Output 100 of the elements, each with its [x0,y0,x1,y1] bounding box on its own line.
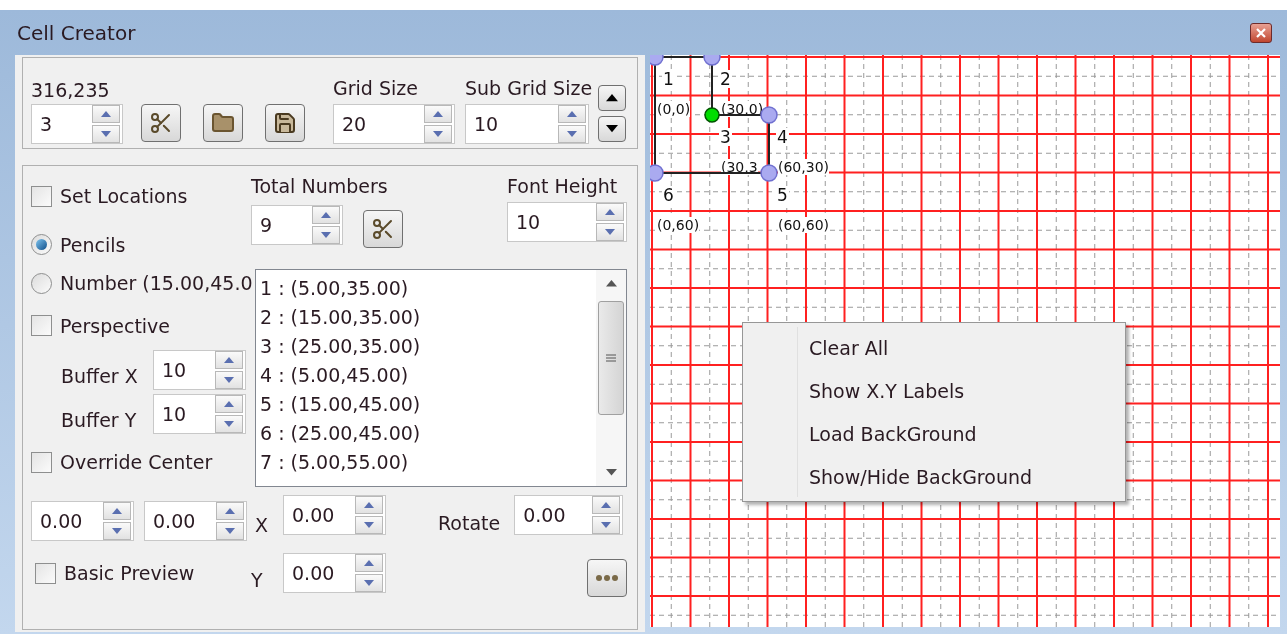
up-arrow-icon [224,400,234,407]
folder-button[interactable] [203,104,243,142]
list-item[interactable]: 4 : (5.00,45.00) [260,361,596,390]
point-coords: (60,60) [778,217,829,233]
spin-down-button[interactable] [216,522,244,540]
up-arrow-icon [321,212,331,218]
number-spinner[interactable]: 0.00 [31,501,134,541]
grid-canvas[interactable]: 1 (0,0) 2 (30,0) 3 (30,3 4 (60,30) 6 (0,60) 5 (60,60) Clear All Show X.Y Labels Load BackGround Show/Hide BackGround [650,55,1280,627]
list-item[interactable]: 3 : (25.00,35.00) [260,332,596,361]
point-coords: (0,60) [657,217,700,233]
number-spinner[interactable]: 3 [31,104,123,144]
field-label: Sub Grid Size [465,76,593,100]
spin-up-button[interactable] [216,502,244,520]
checkbox-label: Override Center [60,450,213,475]
number-spinner[interactable]: 0.00 [283,495,386,535]
list-item[interactable]: 1 : (5.00,35.00) [260,274,596,303]
menu-item[interactable]: Clear All [809,332,1125,363]
spin-up-button[interactable] [596,203,624,221]
number-spinner[interactable]: 10 [153,393,246,434]
radio-label: Pencils [60,232,126,258]
field-label: Grid Size [333,76,419,100]
point-handle[interactable] [650,55,664,66]
number-spinner[interactable]: 9 [251,205,343,245]
more-button[interactable] [587,559,627,597]
spin-down-button[interactable] [592,516,621,534]
field-label: Y [251,567,264,593]
checkbox-label: Basic Preview [64,560,195,586]
number-spinner[interactable]: 0.00 [283,553,386,593]
spin-down-button[interactable] [215,371,243,390]
dots-icon [595,574,619,582]
point-number: 2 [719,70,732,88]
spin-up-button[interactable] [424,105,452,123]
down-arrow-icon [567,131,577,137]
list-item[interactable]: 6 : (25.00,45.00) [260,419,596,448]
list-item[interactable]: 7 : (5.00,55.00) [260,448,596,477]
up-arrow-icon [606,94,619,102]
down-arrow-icon [224,420,234,427]
up-arrow-icon [605,209,615,215]
radio-button[interactable] [31,234,52,256]
number-spinner[interactable]: 10 [465,104,589,144]
point-handle[interactable] [760,164,778,182]
number-spinner[interactable]: 0.00 [514,495,624,535]
down-arrow-icon [364,580,374,586]
move-down-button[interactable] [598,116,627,142]
menu-item[interactable]: Load BackGround [809,418,1125,449]
checkbox[interactable] [35,562,56,584]
spin-up-button[interactable] [312,206,340,224]
checkbox[interactable] [31,315,52,337]
checkbox[interactable] [31,185,52,207]
point-number: 4 [776,128,789,146]
spin-up-button[interactable] [592,496,621,514]
spin-down-button[interactable] [558,125,586,143]
down-arrow-icon [101,131,111,137]
number-spinner[interactable]: 10 [153,350,246,391]
scissors-button[interactable] [141,104,181,142]
checkbox[interactable] [31,451,52,473]
menu-item[interactable]: Show X.Y Labels [809,375,1125,406]
move-up-button[interactable] [598,85,627,111]
up-arrow-icon [224,357,234,364]
down-arrow-icon [225,528,235,534]
spin-down-button[interactable] [424,125,452,143]
close-icon [1256,27,1266,38]
down-arrow-icon [364,522,374,528]
field-label: Font Height [507,174,619,198]
point-handle[interactable] [704,107,720,123]
scissors-button[interactable] [363,210,403,248]
spin-up-button[interactable] [355,496,383,514]
radio-button[interactable] [31,272,52,294]
number-spinner[interactable]: 20 [333,104,455,144]
field-label: Total Numbers [251,174,389,198]
spin-down-button[interactable] [215,414,243,433]
spin-down-button[interactable] [312,226,340,244]
spin-up-button[interactable] [558,105,586,123]
list-item[interactable]: 2 : (15.00,35.00) [260,303,596,332]
spin-down-button[interactable] [355,516,383,534]
save-button[interactable] [265,104,305,142]
number-spinner[interactable]: 0.00 [144,501,247,541]
field-label: Rotate [438,510,501,536]
spin-down-button[interactable] [596,223,624,241]
spin-up-button[interactable] [215,351,243,370]
up-arrow-icon [101,111,111,117]
menu-item[interactable]: Show/Hide BackGround [809,461,1125,492]
up-arrow-icon [364,502,374,508]
spin-up-button[interactable] [92,105,120,123]
spin-up-button[interactable] [355,554,383,572]
number-list[interactable]: 1 : (5.00,35.00) 2 : (15.00,35.00) 3 : (25.00,35.00) 4 : (5.00,45.00) 5 : (15.00,45.00) 6 : (25.00,45.00) 7 : (5.00,55.00) [255,269,627,487]
scrollbar[interactable] [596,270,626,486]
spin-down-button[interactable] [103,522,131,540]
spin-down-button[interactable] [355,574,383,592]
down-arrow-icon [433,131,443,137]
spin-up-button[interactable] [103,502,131,520]
up-arrow-icon [225,508,235,514]
close-button[interactable] [1250,22,1272,43]
list-item[interactable]: 5 : (15.00,45.00) [260,390,596,419]
number-spinner[interactable]: 10 [507,202,627,242]
spin-up-button[interactable] [215,394,243,413]
point-handle[interactable] [760,106,778,124]
point-handle[interactable] [650,164,664,182]
point-handle[interactable] [703,55,721,66]
spin-down-button[interactable] [92,125,120,143]
